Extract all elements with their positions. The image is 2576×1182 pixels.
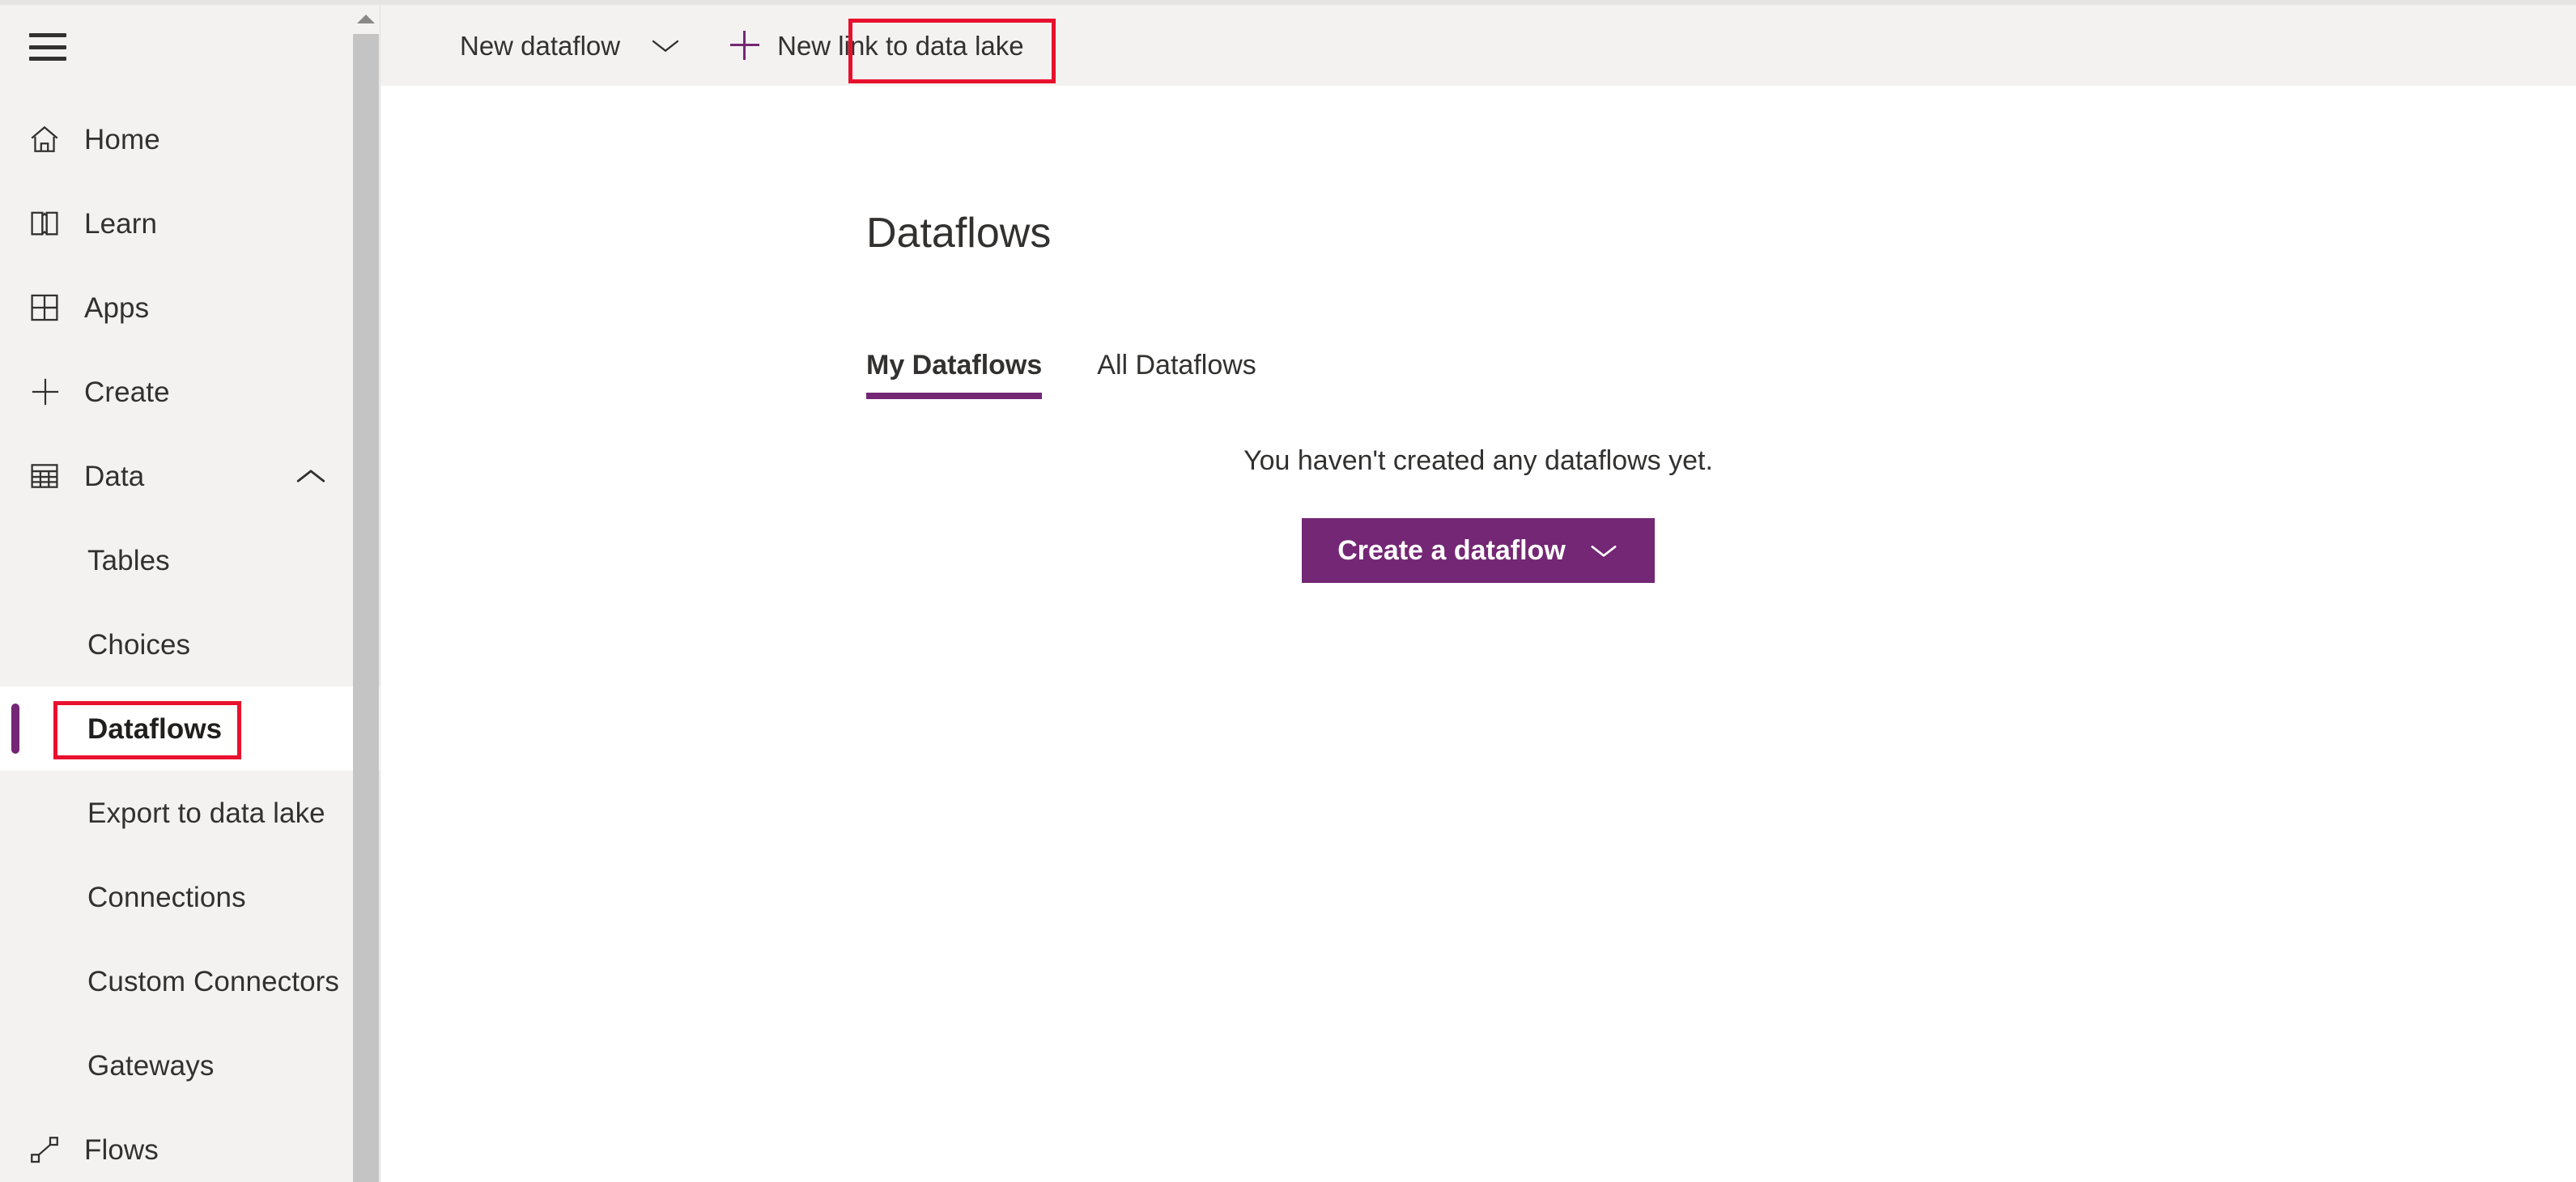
sidebar-item-flows[interactable]: Flows xyxy=(0,1108,380,1182)
sidebar-nav-list: Home Learn Apps Create Data Tables Choic… xyxy=(0,97,380,1182)
tab-label: All Dataflows xyxy=(1097,350,1256,381)
scrollbar-thumb[interactable] xyxy=(353,34,379,1182)
tab-label: My Dataflows xyxy=(866,350,1043,381)
app-root: Home Learn Apps Create Data Tables Choic… xyxy=(0,0,2576,1182)
command-bar: New dataflow New link to data lake xyxy=(380,5,2576,86)
sidebar-item-label: Custom Connectors xyxy=(87,965,339,997)
sidebar-item-custom-connectors[interactable]: Custom Connectors xyxy=(0,939,380,1023)
sidebar-item-label: Create xyxy=(84,376,170,408)
book-icon xyxy=(28,206,73,240)
new-link-to-data-lake-button[interactable]: New link to data lake xyxy=(716,5,1039,86)
sidebar-item-label: Dataflows xyxy=(87,712,223,745)
tab-my-dataflows[interactable]: My Dataflows xyxy=(866,350,1043,399)
sidebar-item-label: Home xyxy=(84,123,160,155)
plus-icon xyxy=(730,31,760,60)
sidebar-item-gateways[interactable]: Gateways xyxy=(0,1023,380,1108)
apps-grid-icon xyxy=(28,291,73,325)
new-dataflow-button[interactable]: New dataflow xyxy=(445,5,635,86)
home-icon xyxy=(28,122,73,156)
empty-state: You haven't created any dataflows yet. C… xyxy=(380,447,2576,583)
main-region: New dataflow New link to data lake Dataf… xyxy=(380,5,2576,1182)
chevron-down-icon xyxy=(1588,542,1619,559)
create-a-dataflow-label: Create a dataflow xyxy=(1337,534,1566,566)
new-dataflow-label: New dataflow xyxy=(460,30,621,61)
sidebar-item-label: Flows xyxy=(84,1133,159,1166)
hamburger-bar xyxy=(29,57,66,61)
sidebar-item-home[interactable]: Home xyxy=(0,97,380,181)
hamburger-icon[interactable] xyxy=(29,33,66,61)
sidebar-item-label: Choices xyxy=(87,628,191,661)
table-grid-icon xyxy=(28,459,73,493)
create-a-dataflow-button[interactable]: Create a dataflow xyxy=(1302,518,1655,583)
chevron-up-icon[interactable] xyxy=(294,466,328,487)
hamburger-bar xyxy=(29,33,66,37)
sidebar-header xyxy=(0,5,380,89)
sidebar-item-label: Gateways xyxy=(87,1049,215,1082)
content-area: Dataflows My Dataflows All Dataflows You… xyxy=(380,86,2576,1182)
sidebar-item-label: Data xyxy=(84,460,145,492)
new-dataflow-split-button[interactable]: New dataflow xyxy=(445,5,696,86)
sidebar-item-dataflows[interactable]: Dataflows xyxy=(0,687,380,771)
tab-bar: My Dataflows All Dataflows xyxy=(866,350,1311,399)
sidebar-item-apps[interactable]: Apps xyxy=(0,266,380,350)
sidebar: Home Learn Apps Create Data Tables Choic… xyxy=(0,5,380,1182)
sidebar-item-label: Apps xyxy=(84,291,150,324)
sidebar-item-export-to-data-lake[interactable]: Export to data lake xyxy=(0,771,380,855)
selected-indicator-bar xyxy=(11,704,19,754)
sidebar-item-data[interactable]: Data xyxy=(0,434,380,518)
hamburger-bar xyxy=(29,45,66,49)
new-link-to-data-lake-label: New link to data lake xyxy=(777,30,1024,61)
plus-icon xyxy=(28,374,73,410)
flows-icon xyxy=(28,1133,73,1167)
page-title: Dataflows xyxy=(866,210,1052,257)
sidebar-item-label: Export to data lake xyxy=(87,797,325,829)
empty-state-message: You haven't created any dataflows yet. xyxy=(1243,445,1713,476)
scroll-up-arrow-icon[interactable] xyxy=(353,5,379,32)
chevron-down-icon[interactable] xyxy=(635,5,696,86)
sidebar-item-tables[interactable]: Tables xyxy=(0,518,380,602)
sidebar-item-choices[interactable]: Choices xyxy=(0,602,380,687)
sidebar-scrollbar[interactable] xyxy=(353,5,379,1182)
sidebar-item-create[interactable]: Create xyxy=(0,350,380,434)
sidebar-item-learn[interactable]: Learn xyxy=(0,181,380,266)
sidebar-item-label: Tables xyxy=(87,544,170,576)
sidebar-item-connections[interactable]: Connections xyxy=(0,855,380,939)
tab-all-dataflows[interactable]: All Dataflows xyxy=(1097,350,1256,399)
sidebar-item-label: Connections xyxy=(87,881,246,913)
sidebar-item-label: Learn xyxy=(84,207,158,240)
